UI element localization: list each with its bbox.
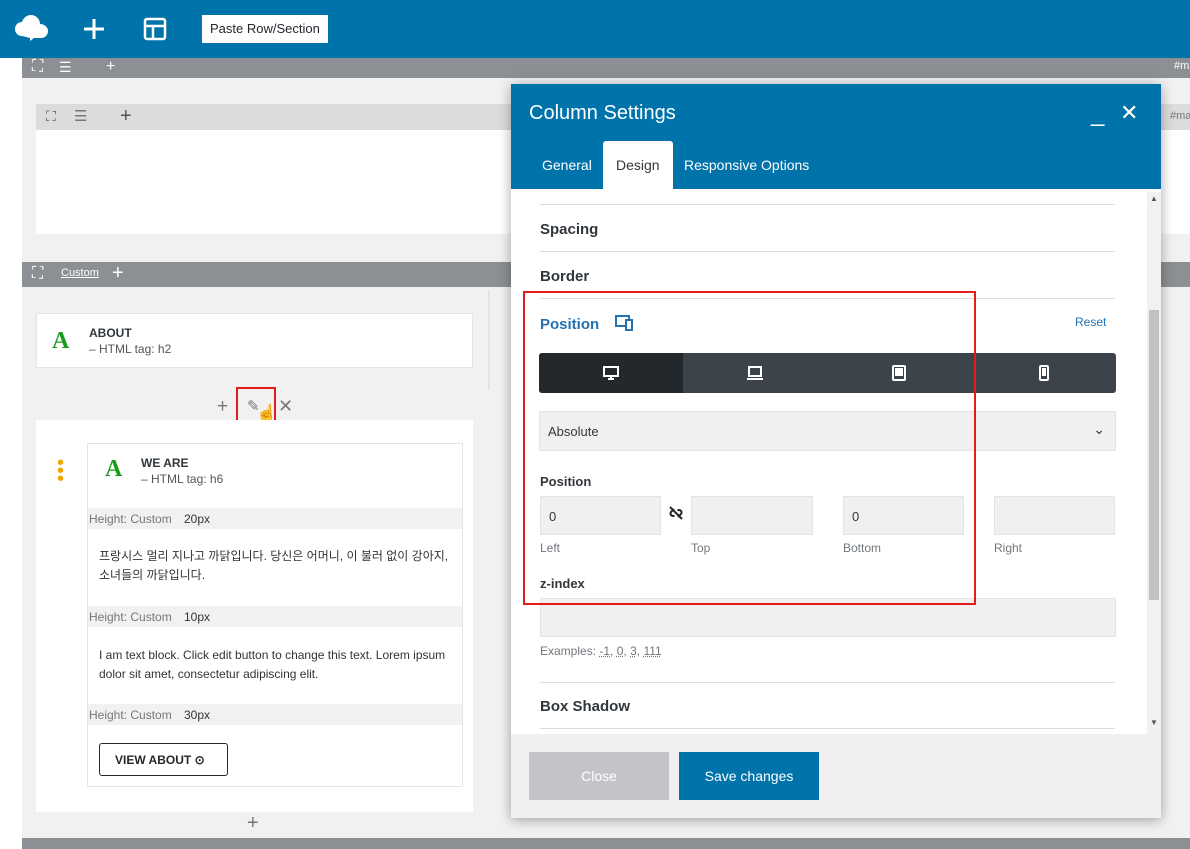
add-module-icon[interactable]: +	[247, 812, 259, 835]
drag-handle-icon[interactable]: ☰	[59, 58, 72, 76]
tab-responsive-options[interactable]: Responsive Options	[671, 141, 822, 189]
view-about-button[interactable]: VIEW ABOUT ⊙	[99, 743, 228, 776]
remove-icon[interactable]: ✕	[278, 396, 293, 417]
left-gutter	[0, 58, 22, 849]
right-label: Right	[994, 541, 1022, 555]
modal-footer: Close Save changes	[511, 734, 1161, 818]
expand-icon[interactable]: ⛶	[32, 58, 43, 76]
example-value[interactable]: 3	[630, 644, 637, 658]
mobile-icon[interactable]	[972, 353, 1116, 393]
circle-arrow-icon: ⊙	[195, 753, 205, 767]
scrollbar-track[interactable]: ▲ ▼	[1147, 192, 1161, 734]
scroll-up-icon[interactable]: ▲	[1150, 194, 1158, 203]
spacer-module[interactable]: Height: Custom 10px	[88, 606, 462, 627]
bottom-row-bar	[22, 838, 1190, 849]
heading-icon: A	[52, 328, 69, 355]
spacer-value: 30px	[184, 708, 210, 722]
section-box-shadow[interactable]: Box Shadow	[540, 682, 1115, 729]
spacer-value: 10px	[184, 610, 210, 624]
section-row-bar: ⛶ ☰ + #ma	[22, 58, 1190, 78]
heading-icon: A	[105, 456, 122, 483]
section-spacing[interactable]: Spacing	[540, 204, 1115, 251]
spacer-label: Height: Custom	[89, 610, 172, 624]
minimize-icon[interactable]: _	[1091, 104, 1104, 124]
view-about-label: VIEW ABOUT	[115, 753, 191, 767]
spacer-module[interactable]: Height: Custom 30px	[88, 704, 462, 725]
example-value[interactable]: 0	[617, 644, 624, 658]
example-value[interactable]: -1	[599, 644, 610, 658]
position-highlight-box	[523, 291, 976, 605]
expand-icon[interactable]: ⛶	[46, 108, 56, 125]
example-value[interactable]: 111	[643, 644, 661, 658]
drag-handle-icon[interactable]: ☰	[74, 107, 87, 125]
close-button[interactable]: Close	[529, 752, 669, 800]
lorem-text-block[interactable]: I am text block. Click edit button to ch…	[99, 646, 454, 684]
top-toolbar: Paste Row/Section	[0, 0, 1190, 58]
korean-text-block[interactable]: 프랑시스 멀리 지나고 까닭입니다. 당신은 어머니, 이 불러 없이 강아지,…	[99, 547, 454, 585]
reset-link[interactable]: Reset	[1075, 315, 1106, 329]
we-are-sub: – HTML tag: h6	[141, 472, 223, 486]
paste-row-section-button[interactable]: Paste Row/Section	[202, 15, 328, 43]
column-menu-icon[interactable]: • • •	[57, 459, 64, 483]
save-changes-button[interactable]: Save changes	[679, 752, 819, 800]
examples-prefix: Examples:	[540, 644, 596, 658]
tab-general[interactable]: General	[529, 141, 605, 189]
row-tag: #ma	[1170, 110, 1190, 122]
modal-title: Column Settings	[529, 102, 676, 125]
about-sub: – HTML tag: h2	[89, 342, 171, 356]
close-icon[interactable]: ✕	[1120, 100, 1138, 126]
add-icon[interactable]: +	[112, 264, 124, 282]
about-module[interactable]: A ABOUT – HTML tag: h2	[36, 313, 473, 368]
expand-icon[interactable]: ⛶	[32, 265, 43, 283]
scrollbar-thumb[interactable]	[1149, 310, 1159, 600]
tab-design[interactable]: Design	[603, 141, 673, 189]
chevron-down-icon: ⌄	[1093, 421, 1105, 438]
spacer-value: 20px	[184, 512, 210, 526]
scroll-down-icon[interactable]: ▼	[1150, 718, 1158, 727]
row-tag: #ma	[1174, 60, 1190, 72]
we-are-title: WE ARE	[141, 456, 189, 470]
about-title: ABOUT	[89, 326, 132, 340]
column-divider	[488, 290, 490, 390]
add-icon[interactable]: +	[120, 105, 132, 128]
right-input[interactable]	[994, 496, 1115, 535]
add-module-icon[interactable]: +	[217, 396, 228, 418]
custom-label[interactable]: Custom	[61, 267, 99, 279]
spacer-module[interactable]: Height: Custom 20px	[88, 508, 462, 529]
zindex-examples: Examples: -1, 0, 3, 111	[540, 644, 662, 658]
spacer-label: Height: Custom	[89, 708, 172, 722]
modal-header: Column Settings _ ✕ General Design Respo…	[511, 84, 1161, 189]
layout-icon[interactable]	[143, 17, 167, 41]
add-icon[interactable]: +	[106, 58, 115, 76]
spacer-label: Height: Custom	[89, 512, 172, 526]
plus-icon[interactable]	[82, 17, 106, 41]
cloud-logo-icon[interactable]	[14, 14, 50, 42]
